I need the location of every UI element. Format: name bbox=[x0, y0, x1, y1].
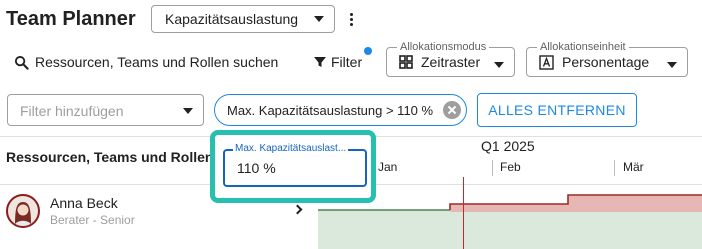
max-capacity-field-value: 110 % bbox=[237, 160, 276, 176]
view-select[interactable]: Kapazitätsauslastung bbox=[151, 5, 335, 33]
filter-button[interactable]: Filter bbox=[313, 51, 362, 73]
quarter-label: Q1 2025 bbox=[481, 138, 535, 154]
add-filter-select[interactable]: Filter hinzufügen bbox=[7, 94, 204, 126]
allocation-mode-select[interactable]: Allokationsmodus Zeitraster bbox=[386, 40, 515, 77]
search-icon bbox=[14, 55, 29, 70]
active-filter-chip[interactable]: Max. Kapazitätsauslastung > 110 % bbox=[214, 94, 467, 126]
resource-role: Berater - Senior bbox=[50, 213, 135, 227]
over-capacity-area bbox=[450, 204, 568, 212]
chevron-down-icon bbox=[667, 62, 677, 68]
clear-all-button[interactable]: ALLES ENTFERNEN bbox=[477, 93, 637, 127]
page-title: Team Planner bbox=[6, 8, 136, 30]
add-filter-placeholder: Filter hinzufügen bbox=[20, 103, 124, 119]
chevron-down-icon bbox=[314, 16, 324, 22]
chevron-right-icon[interactable] bbox=[292, 204, 303, 215]
month-label-mar: Mär bbox=[623, 160, 644, 174]
allocation-unit-value: Personentage bbox=[562, 54, 650, 70]
chevron-down-icon bbox=[183, 108, 193, 114]
search-button[interactable]: Ressourcen, Teams und Rollen suchen bbox=[14, 51, 278, 73]
allocation-mode-value: Zeitraster bbox=[421, 54, 481, 70]
max-capacity-field[interactable]: Max. Kapazitätsauslast... 110 % bbox=[223, 143, 367, 187]
max-capacity-field-label: Max. Kapazitätsauslast... bbox=[233, 143, 349, 154]
chevron-down-icon bbox=[494, 62, 504, 68]
active-filter-label: Max. Kapazitätsauslastung > 110 % bbox=[227, 102, 434, 118]
over-capacity-area bbox=[568, 195, 702, 212]
today-marker bbox=[463, 177, 464, 249]
remove-filter-icon[interactable] bbox=[443, 101, 461, 119]
avatar bbox=[6, 194, 40, 228]
month-tick bbox=[614, 160, 615, 176]
allocation-unit-select[interactable]: Allokationseinheit Personentage bbox=[526, 40, 688, 77]
month-label-feb: Feb bbox=[500, 160, 521, 174]
resource-name: Anna Beck bbox=[50, 195, 118, 211]
more-vert-icon[interactable] bbox=[342, 7, 360, 31]
filter-value-popover: Max. Kapazitätsauslast... 110 % bbox=[210, 130, 376, 203]
view-select-value: Kapazitätsauslastung bbox=[165, 11, 299, 27]
month-tick bbox=[492, 160, 493, 176]
search-label: Ressourcen, Teams und Rollen suchen bbox=[35, 54, 279, 70]
person-avatar-icon bbox=[14, 202, 32, 226]
allocation-mode-label: Allokationsmodus bbox=[397, 40, 490, 54]
resource-column-header: Ressourcen, Teams und Rollen bbox=[6, 149, 214, 165]
filter-label: Filter bbox=[331, 54, 363, 70]
filter-icon bbox=[314, 57, 326, 67]
allocation-unit-label: Allokationseinheit bbox=[537, 40, 629, 54]
capacity-area bbox=[318, 210, 702, 249]
text-box-icon bbox=[539, 54, 554, 70]
grid-icon bbox=[399, 55, 413, 69]
filter-active-badge bbox=[364, 47, 372, 55]
month-label-jan: Jan bbox=[378, 160, 398, 174]
